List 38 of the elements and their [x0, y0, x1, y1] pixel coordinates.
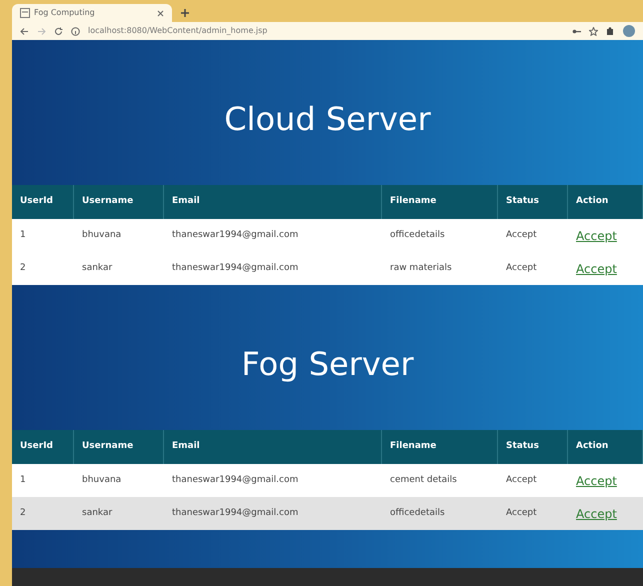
- table-cell-text: 2: [19, 262, 27, 275]
- section-heading: Fog Server: [241, 344, 414, 384]
- accept-link[interactable]: Accept: [576, 472, 617, 490]
- table-cell-text: cement details: [389, 474, 458, 487]
- info-icon: [71, 26, 80, 36]
- star-icon[interactable]: [589, 26, 598, 36]
- new-tab-icon[interactable]: [180, 8, 190, 18]
- close-icon[interactable]: [157, 10, 164, 16]
- table-cell-text: Accept: [505, 474, 538, 487]
- table-cell-text: 1: [19, 474, 27, 487]
- table-cell-text: Accept: [505, 262, 538, 275]
- table-cell-text: thaneswar1994@gmail.com: [171, 262, 300, 275]
- table-cell-text: 1: [19, 228, 27, 242]
- table-cell-text: thaneswar1994@gmail.com: [171, 474, 300, 487]
- table-cell-text: bhuvana: [81, 474, 122, 487]
- key-icon: [572, 26, 581, 36]
- accept-link[interactable]: Accept: [576, 504, 617, 522]
- browser-tab[interactable]: Fog Computing: [12, 4, 172, 22]
- puzzle-icon[interactable]: [606, 26, 615, 36]
- table-cell-text: thaneswar1994@gmail.com: [171, 506, 300, 520]
- tab-title: Fog Computing: [34, 7, 96, 19]
- avatar[interactable]: [623, 25, 635, 37]
- accept-link[interactable]: Accept: [576, 260, 617, 278]
- table-cell-text: officedetails: [389, 228, 446, 242]
- table-cell-text: officedetails: [389, 506, 446, 520]
- section-heading: Cloud Server: [224, 98, 431, 140]
- accept-link[interactable]: Accept: [576, 226, 617, 244]
- reload-icon[interactable]: [54, 26, 63, 36]
- table-cell-text: sankar: [81, 262, 114, 275]
- table-cell-text: sankar: [81, 506, 114, 520]
- table-cell-text: bhuvana: [81, 228, 122, 242]
- table-cell-text: 2: [19, 506, 27, 520]
- table-cell-text: thaneswar1994@gmail.com: [171, 228, 300, 242]
- page-icon: [20, 8, 30, 18]
- table-cell-text: Accept: [505, 228, 538, 242]
- table-cell-text: Accept: [505, 506, 538, 520]
- back-icon[interactable]: [20, 26, 29, 36]
- table-cell-text: raw materials: [389, 262, 453, 275]
